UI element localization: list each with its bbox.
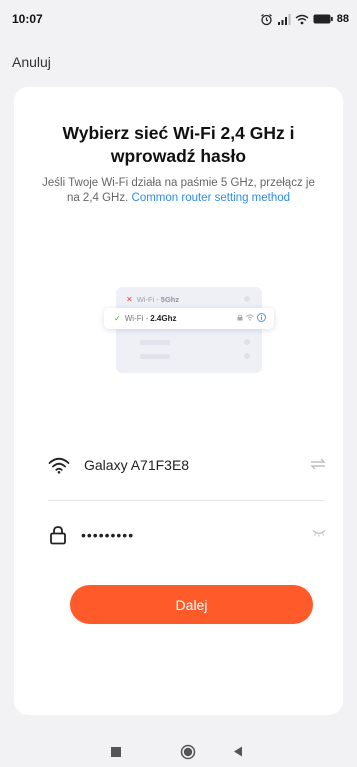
illustration-24ghz-band: 2.4Ghz: [150, 314, 177, 323]
illustration-placeholder-bar: [140, 340, 170, 345]
mini-lock-icon: [237, 314, 243, 321]
triangle-back-icon: [234, 746, 242, 757]
cross-icon: ✕: [126, 294, 133, 304]
illustration-24ghz-prefix: Wi-Fi -: [124, 314, 149, 323]
router-setting-link[interactable]: Common router setting method: [132, 192, 291, 204]
illustration-row-5ghz: ✕ Wi-Fi - 5Ghz: [116, 291, 262, 307]
back-button[interactable]: [218, 736, 258, 767]
illustration-dot: [244, 339, 250, 345]
wifi-setup-card: Wybierz sieć Wi-Fi 2,4 GHz i wprowadź ha…: [14, 87, 343, 715]
lock-icon: [50, 526, 66, 545]
recent-apps-button[interactable]: [96, 736, 136, 767]
check-icon: ✓: [114, 314, 121, 323]
info-icon: [257, 313, 266, 322]
wifi-network-row[interactable]: Galaxy A71F3E8: [48, 449, 326, 481]
alarm-icon: [260, 13, 272, 25]
divider: [48, 500, 324, 501]
circle-icon: [180, 744, 196, 759]
illustration-placeholder-bar: [140, 354, 170, 359]
status-time: 10:07: [12, 12, 43, 26]
battery-icon: [313, 14, 333, 24]
password-input[interactable]: [81, 527, 281, 543]
illustration-5ghz-prefix: Wi-Fi -: [136, 294, 159, 304]
eye-closed-icon[interactable]: [312, 529, 326, 537]
wifi-icon: [48, 457, 70, 474]
switch-network-icon[interactable]: [310, 458, 326, 470]
description: Jeśli Twoje Wi-Fi działa na paśmie 5 GHz…: [36, 176, 321, 206]
square-icon: [111, 746, 121, 757]
status-icons: 88: [260, 13, 349, 26]
illustration-5ghz-band: 5Ghz: [160, 294, 180, 304]
illustration-row-24ghz: ✓ Wi-Fi - 2.4Ghz: [104, 308, 274, 329]
wifi-band-illustration: ✕ Wi-Fi - 5Ghz ✓ Wi-Fi - 2.4Ghz: [104, 287, 274, 377]
battery-percent: 88: [336, 13, 349, 25]
status-bar: 10:07 88: [0, 0, 357, 38]
illustration-dot: [244, 296, 250, 302]
mini-wifi-icon: [246, 314, 254, 321]
illustration-dot: [244, 353, 250, 359]
navigation-bar: [0, 736, 357, 767]
wifi-icon: [295, 14, 309, 24]
home-button[interactable]: [168, 736, 208, 767]
signal-icon: [277, 13, 291, 25]
page-title: Wybierz sieć Wi-Fi 2,4 GHz i wprowadź ha…: [62, 123, 295, 166]
next-button[interactable]: Dalej: [70, 585, 313, 624]
wifi-ssid: Galaxy A71F3E8: [84, 457, 190, 473]
cancel-button[interactable]: Anuluj: [12, 54, 51, 70]
password-row: [48, 519, 326, 551]
illustration-row-icons: [237, 313, 266, 322]
